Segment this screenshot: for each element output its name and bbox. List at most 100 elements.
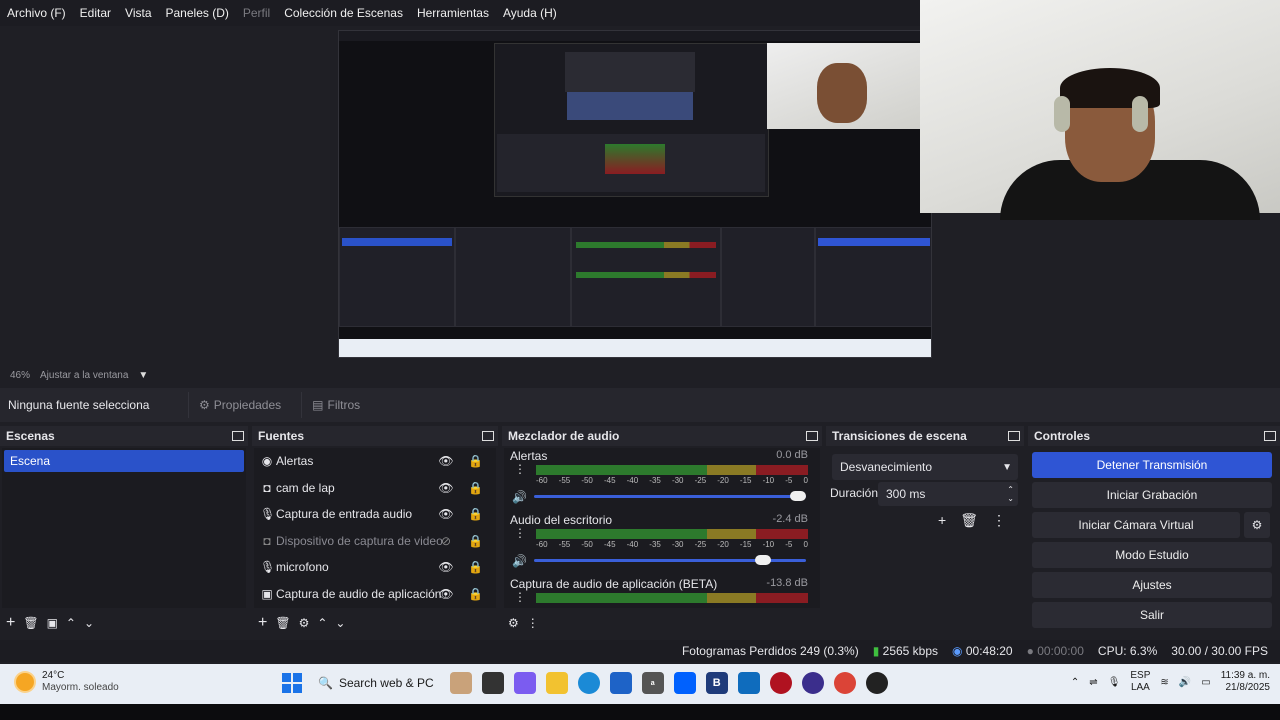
kebab-menu-icon[interactable]: ⋮ bbox=[514, 591, 526, 603]
lock-icon[interactable]: 🔒 bbox=[468, 507, 483, 521]
copilot-icon[interactable] bbox=[513, 672, 536, 694]
microphone-icon[interactable]: 🎙 bbox=[1108, 677, 1121, 688]
kebab-menu-icon[interactable]: ⋮ bbox=[514, 463, 526, 475]
edge-icon[interactable] bbox=[577, 672, 600, 694]
spin-arrows-icon[interactable]: ⌃ ⌄ bbox=[1007, 485, 1014, 503]
speaker-icon[interactable]: 🔊 bbox=[512, 490, 527, 504]
kebab-menu-icon[interactable]: ⋮ bbox=[514, 527, 526, 539]
chevron-up-icon[interactable]: ⌃ bbox=[1071, 677, 1079, 688]
menu-archivo[interactable]: Archivo (F) bbox=[0, 6, 73, 20]
gear-icon[interactable]: ⚙ bbox=[299, 616, 310, 630]
duration-value: 300 ms bbox=[886, 487, 926, 501]
source-toolbar: Ninguna fuente selecciona ⚙ Propiedades ▤… bbox=[0, 388, 1280, 422]
add-icon[interactable]: + bbox=[258, 614, 267, 632]
eye-icon[interactable]: 👁 bbox=[438, 560, 454, 574]
source-row-alertas[interactable]: ◉ Alertas 👁 🔒 bbox=[254, 448, 496, 475]
eye-icon[interactable]: 👁 bbox=[438, 587, 454, 601]
settings-button[interactable]: Ajustes bbox=[1032, 572, 1272, 598]
menu-editar[interactable]: Editar bbox=[73, 6, 118, 20]
lock-icon[interactable]: 🔒 bbox=[468, 481, 483, 495]
task-view-icon[interactable] bbox=[481, 672, 504, 694]
filter-icon: ▤ bbox=[312, 398, 324, 412]
duration-field[interactable]: 300 ms ⌃ ⌄ bbox=[878, 482, 1018, 506]
source-row-captura-audio-aplicacion[interactable]: ▣ Captura de audio de aplicación (BETA) … bbox=[254, 581, 496, 608]
eye-icon[interactable]: 👁 bbox=[438, 454, 454, 468]
lock-icon[interactable]: 🔒 bbox=[468, 454, 483, 468]
undock-icon[interactable] bbox=[482, 431, 494, 441]
volume-slider[interactable] bbox=[534, 495, 806, 498]
dropbox-icon[interactable] bbox=[673, 672, 696, 694]
undock-icon[interactable] bbox=[1008, 431, 1020, 441]
network-icon[interactable]: ⇌ bbox=[1089, 677, 1097, 688]
fit-window-label[interactable]: Ajustar a la ventana bbox=[40, 370, 128, 381]
trash-icon[interactable]: 🗑 bbox=[960, 512, 978, 529]
studio-mode-button[interactable]: Modo Estudio bbox=[1032, 542, 1272, 568]
undock-icon[interactable] bbox=[806, 431, 818, 441]
source-row-captura-entrada-audio[interactable]: 🎙 Captura de entrada audio 👁 🔒 bbox=[254, 501, 496, 528]
volume-icon[interactable]: 🔊 bbox=[1179, 677, 1191, 688]
file-explorer-icon[interactable] bbox=[545, 672, 568, 694]
windows-start-icon[interactable] bbox=[282, 673, 302, 693]
filter-icon[interactable]: ▣ bbox=[47, 616, 58, 630]
menu-vista[interactable]: Vista bbox=[118, 6, 158, 20]
outlook-icon[interactable] bbox=[737, 672, 760, 694]
obs-live-icon[interactable] bbox=[865, 672, 888, 694]
wifi-icon[interactable]: ≋ bbox=[1160, 677, 1168, 688]
exit-button[interactable]: Salir bbox=[1032, 602, 1272, 628]
menu-herramientas[interactable]: Herramientas bbox=[410, 6, 496, 20]
virtual-camera-settings-button[interactable]: ⚙ bbox=[1244, 512, 1270, 538]
undock-icon[interactable] bbox=[1264, 431, 1276, 441]
battery-icon[interactable]: ▭ bbox=[1201, 677, 1210, 688]
eye-hidden-icon[interactable]: ⊘ bbox=[438, 534, 454, 548]
add-icon[interactable]: + bbox=[6, 614, 15, 632]
source-row-microfono[interactable]: 🎙 microfono 👁 🔒 bbox=[254, 554, 496, 581]
chevron-down-icon[interactable]: ⌄ bbox=[335, 616, 345, 630]
trash-icon[interactable]: 🗑 bbox=[275, 616, 290, 630]
start-virtual-camera-button[interactable]: Iniciar Cámara Virtual bbox=[1032, 512, 1240, 538]
properties-button[interactable]: ⚙ Propiedades bbox=[188, 392, 291, 418]
chevron-up-icon[interactable]: ⌃ bbox=[317, 616, 327, 630]
lock-icon[interactable]: 🔒 bbox=[468, 587, 483, 601]
source-row-dispositivo-captura-video[interactable]: ◘ Dispositivo de captura de video ⊘ 🔒 bbox=[254, 528, 496, 555]
language-indicator[interactable]: ESP LAA bbox=[1130, 670, 1150, 694]
chrome-icon[interactable] bbox=[833, 672, 856, 694]
menu-coleccion-escenas[interactable]: Colección de Escenas bbox=[277, 6, 410, 20]
kebab-menu-icon[interactable]: ⋮ bbox=[992, 512, 1006, 529]
eye-icon[interactable]: 👁 bbox=[438, 481, 454, 495]
store-icon[interactable] bbox=[609, 672, 632, 694]
chevron-up-icon[interactable]: ⌃ bbox=[66, 616, 76, 630]
trash-icon[interactable]: 🗑 bbox=[23, 616, 38, 630]
amazon-icon[interactable]: a bbox=[641, 672, 664, 694]
menu-ayuda[interactable]: Ayuda (H) bbox=[496, 6, 564, 20]
taskbar-search[interactable]: 🔍 Search web & PC bbox=[312, 670, 440, 696]
source-row-cam-de-lap[interactable]: ◘ cam de lap 👁 🔒 bbox=[254, 475, 496, 502]
volume-slider-handle[interactable] bbox=[754, 555, 771, 565]
menu-paneles[interactable]: Paneles (D) bbox=[159, 6, 236, 20]
lock-icon[interactable]: 🔒 bbox=[468, 560, 483, 574]
speaker-icon[interactable]: 🔊 bbox=[512, 554, 527, 568]
advanced-audio-icon[interactable]: ⚙ bbox=[508, 616, 519, 630]
scene-item-escena[interactable]: Escena bbox=[4, 450, 244, 472]
clock[interactable]: 11:39 a. m. 21/8/2025 bbox=[1221, 670, 1270, 694]
filters-button[interactable]: ▤ Filtros bbox=[301, 392, 370, 418]
add-icon[interactable]: + bbox=[938, 512, 946, 529]
stop-streaming-button[interactable]: Detener Transmisión bbox=[1032, 452, 1272, 478]
lock-icon[interactable]: 🔒 bbox=[468, 534, 483, 548]
start-recording-button[interactable]: Iniciar Grabación bbox=[1032, 482, 1272, 508]
undock-icon[interactable] bbox=[232, 431, 244, 441]
weather-widget[interactable]: 24°C Mayorm. soleado bbox=[16, 670, 119, 694]
search-highlight-icon[interactable] bbox=[449, 672, 472, 694]
chevron-down-icon[interactable]: ⌄ bbox=[84, 616, 94, 630]
obs-icon[interactable] bbox=[801, 672, 824, 694]
stream-time: ◉ 00:48:20 bbox=[952, 644, 1013, 658]
volume-slider-handle[interactable] bbox=[790, 491, 806, 501]
app-red-icon[interactable] bbox=[769, 672, 792, 694]
filters-label: Filtros bbox=[327, 398, 361, 412]
transition-select[interactable]: Desvanecimiento ▼ bbox=[832, 454, 1018, 480]
mixer-channel-audio-escritorio: Audio del escritorio -2.4 dB ⋮ -60 -55 -50… bbox=[504, 512, 820, 576]
kebab-menu-icon[interactable]: ⋮ bbox=[527, 616, 539, 630]
chevron-down-icon[interactable]: ▼ bbox=[138, 370, 148, 381]
menu-perfil[interactable]: Perfil bbox=[236, 6, 277, 20]
eye-icon[interactable]: 👁 bbox=[438, 507, 454, 521]
bold-b-icon[interactable]: B bbox=[705, 672, 728, 694]
